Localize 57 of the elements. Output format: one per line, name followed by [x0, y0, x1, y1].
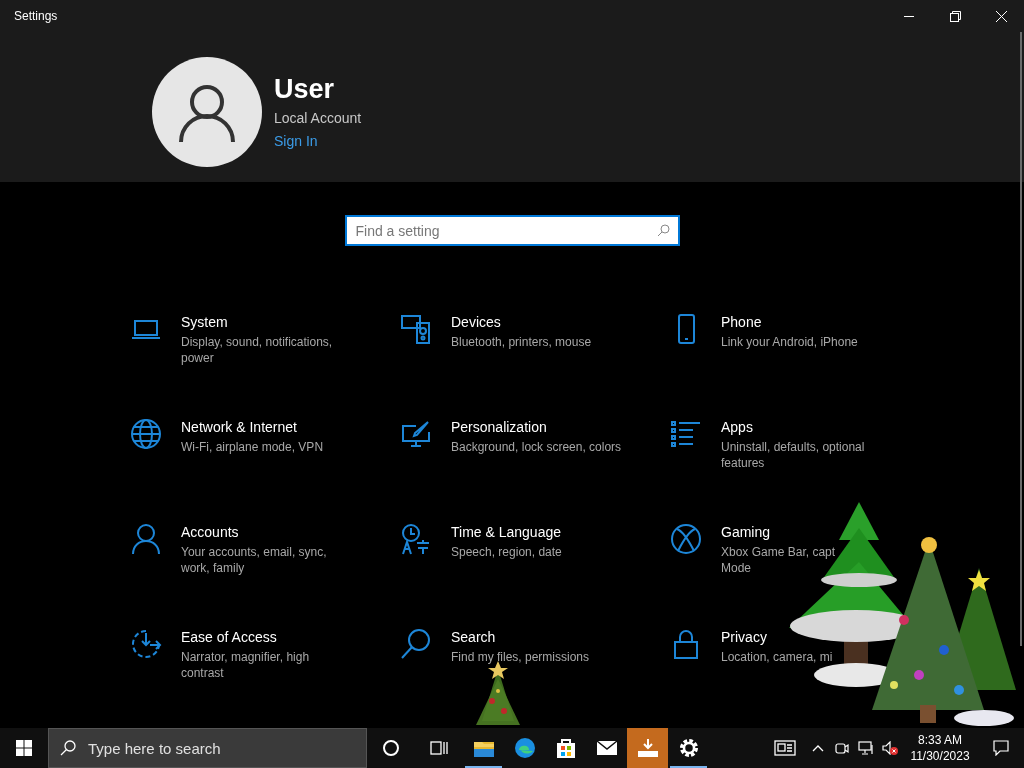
category-title[interactable]: Devices	[451, 314, 501, 330]
tray-download-icon	[635, 736, 660, 760]
category-description: Wi-Fi, airplane mode, VPN	[181, 439, 324, 455]
magnifier-icon	[400, 628, 432, 660]
category-description: Speech, region, date	[451, 544, 562, 560]
user-name: User	[274, 73, 336, 106]
globe-icon	[130, 418, 162, 450]
ease-of-access-icon	[130, 628, 162, 660]
camera-icon	[835, 741, 849, 755]
category-description: Location, camera, mi	[721, 649, 833, 665]
restore-icon	[949, 10, 961, 22]
category-description: Your accounts, email, sync, work, family	[181, 544, 327, 576]
category-title[interactable]: Apps	[721, 419, 753, 435]
network-icon	[858, 741, 874, 755]
circle-icon	[383, 740, 399, 756]
category-description: Find my files, permissions	[451, 649, 590, 665]
taskbar-search-field[interactable]: Type here to search	[48, 728, 367, 768]
monitor-brush-icon	[400, 418, 432, 450]
category-description: Background, lock screen, colors	[451, 439, 622, 455]
window-title: Settings	[13, 8, 58, 25]
minimize-icon	[904, 15, 914, 17]
person-icon	[130, 523, 162, 555]
category-title[interactable]: Ease of Access	[181, 629, 277, 645]
category-title[interactable]: Personalization	[451, 419, 547, 435]
muted-speaker-icon	[882, 741, 898, 755]
category-description: Link your Android, iPhone	[721, 334, 858, 350]
windows-logo-icon	[16, 740, 32, 756]
category-description: Display, sound, notifications, power	[181, 334, 333, 366]
search-icon	[656, 224, 670, 237]
category-title[interactable]: Gaming	[721, 524, 771, 540]
category-title[interactable]: Time & Language	[451, 524, 561, 540]
category-title[interactable]: Accounts	[181, 524, 239, 540]
category-description: Bluetooth, printers, mouse	[451, 334, 592, 350]
category-title[interactable]: Network & Internet	[181, 419, 297, 435]
search-icon	[60, 740, 76, 756]
xbox-icon	[670, 523, 702, 555]
search-field[interactable]: Find a setting	[344, 215, 680, 246]
chevron-up-icon	[812, 744, 824, 752]
category-title[interactable]: Phone	[721, 314, 762, 330]
category-description: Narrator, magnifier, high contrast	[181, 649, 310, 681]
task-view-icon	[430, 740, 448, 756]
keyboard-speaker-icon	[400, 313, 432, 345]
close-icon	[995, 10, 1007, 22]
list-icon	[670, 418, 702, 450]
clock-language-icon	[400, 523, 432, 555]
newspaper-icon	[774, 740, 796, 756]
category-description: Uninstall, defaults, optional features	[721, 439, 865, 471]
edge-icon	[512, 736, 537, 760]
scrollbar[interactable]	[1020, 32, 1022, 646]
category-title[interactable]: System	[181, 314, 228, 330]
category-title[interactable]: Search	[451, 629, 496, 645]
account-type: Local Account	[274, 109, 362, 128]
category-description: Xbox Game Bar, capt Mode	[721, 544, 836, 576]
sign-in-link[interactable]: Sign In	[274, 131, 362, 152]
clock-button[interactable]: 8:33 AM 11/30/2023	[902, 728, 978, 768]
category-title[interactable]: Privacy	[721, 629, 767, 645]
speech-bubble-icon	[993, 740, 1009, 756]
